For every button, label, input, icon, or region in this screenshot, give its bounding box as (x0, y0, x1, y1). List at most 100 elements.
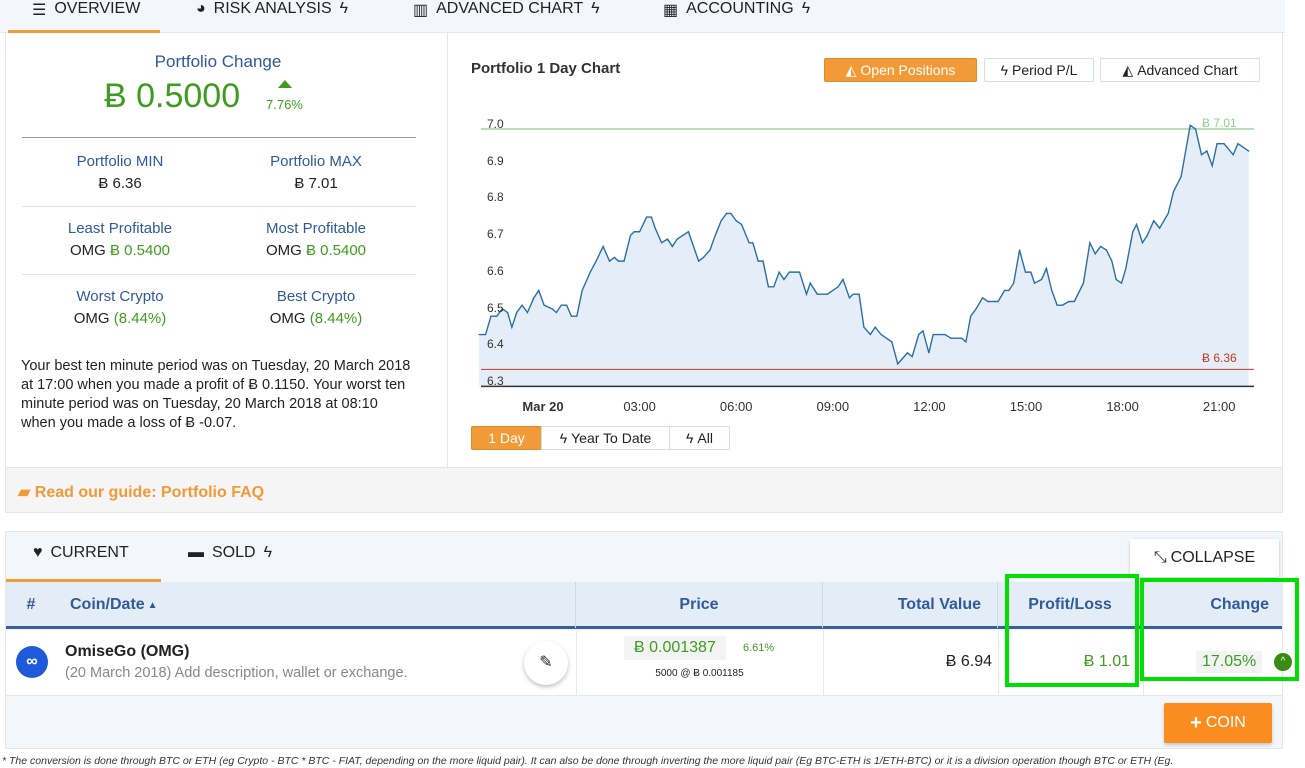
tab-sold[interactable]: ▬ SOLD ϟ (188, 544, 272, 577)
bolt-icon: ϟ (559, 430, 568, 446)
col-total-value: Total Value (823, 582, 998, 628)
add-coin-button[interactable]: + COIN (1164, 703, 1272, 743)
data-point (1111, 260, 1113, 262)
collapse-button[interactable]: ⤡ COLLAPSE (1130, 539, 1279, 577)
y-tick-label: 6.4 (487, 337, 504, 352)
data-point (1172, 190, 1175, 192)
compress-icon: ⤡ (1153, 549, 1167, 566)
data-point (880, 333, 882, 336)
data-point (809, 282, 811, 284)
x-tick-label: 18:00 (1106, 399, 1139, 414)
range-ytd-button[interactable]: ϟ Year To Date (541, 426, 670, 450)
data-point (1146, 234, 1148, 237)
data-point (720, 220, 722, 222)
data-point (730, 212, 732, 215)
data-point (778, 271, 780, 273)
data-point (1216, 143, 1218, 145)
data-point (816, 293, 818, 295)
data-point (874, 326, 876, 328)
data-point (1211, 165, 1213, 167)
data-point (1132, 231, 1134, 233)
data-point (478, 333, 480, 336)
data-point (1068, 300, 1070, 303)
chart-area-fill (479, 125, 1249, 386)
data-point (661, 242, 663, 244)
edit-icon: ✎ (539, 654, 553, 671)
data-point (869, 333, 871, 336)
data-point (1189, 124, 1191, 126)
data-point (1194, 128, 1197, 130)
data-point (1082, 282, 1085, 284)
data-point (516, 311, 518, 314)
data-point (975, 308, 977, 310)
data-point (752, 242, 754, 244)
data-point (671, 245, 673, 248)
data-point (506, 311, 509, 314)
data-point (762, 260, 764, 262)
data-point (560, 304, 562, 306)
data-point (521, 304, 523, 306)
data-point (897, 363, 899, 365)
y-tick-label: 7.0 (487, 117, 504, 131)
data-point (932, 333, 934, 336)
data-point (1105, 249, 1108, 251)
highlight-change (1140, 578, 1299, 681)
total-value: Ƀ 6.94 (945, 653, 992, 670)
data-point (735, 220, 737, 222)
data-point (566, 304, 568, 306)
data-point (950, 337, 952, 339)
data-point (551, 308, 553, 310)
data-point (1099, 245, 1102, 248)
x-tick-label: 06:00 (719, 399, 753, 414)
edit-button[interactable]: ✎ (524, 641, 568, 685)
data-point (1024, 271, 1027, 273)
data-point (798, 271, 801, 273)
data-point (1045, 267, 1047, 270)
data-point (1153, 220, 1155, 222)
data-point (891, 341, 893, 343)
portfolio-faq-link[interactable]: ▰ Read our guide: Portfolio FAQ (6, 467, 1282, 512)
y-tick-label: 6.3 (487, 373, 504, 388)
data-point (1125, 267, 1127, 270)
data-point (1056, 304, 1058, 306)
data-point (928, 352, 930, 354)
data-point (981, 297, 984, 299)
data-point (1008, 289, 1010, 292)
omisego-logo-icon: ∞ (16, 646, 48, 678)
y-tick-label: 6.8 (487, 190, 504, 205)
data-point (511, 326, 513, 328)
price-change-pct: 6.61% (743, 642, 775, 654)
data-point (961, 337, 963, 339)
data-point (944, 333, 946, 336)
data-point (623, 260, 625, 262)
data-point (922, 330, 924, 332)
data-point (1061, 304, 1064, 306)
footnote: * The conversion is done through BTC or … (2, 755, 1174, 767)
x-tick-label: 15:00 (1009, 399, 1043, 414)
data-point (698, 260, 700, 262)
col-coin-date[interactable]: Coin/Date ▲ (70, 582, 576, 628)
data-point (538, 289, 540, 292)
data-point (633, 231, 635, 233)
coin-description[interactable]: Add description, wallet or exchange. (175, 665, 408, 681)
x-tick-label: 09:00 (816, 399, 850, 414)
y-tick-label: 6.9 (487, 153, 504, 168)
data-point (654, 227, 656, 229)
data-point (714, 234, 716, 237)
data-point (918, 333, 920, 336)
tab-current[interactable]: ♥ CURRENT (6, 544, 161, 582)
data-point (613, 256, 615, 259)
data-point (1200, 154, 1203, 156)
data-point (848, 297, 851, 299)
range-all-button[interactable]: ϟ All (669, 426, 730, 450)
coin-date: (20 March 2018) (65, 665, 172, 681)
range-1-day-button[interactable]: 1 Day (471, 426, 542, 450)
data-point (589, 271, 591, 273)
portfolio-chart (478, 124, 1254, 388)
coin-name: OmiseGo (OMG) (65, 643, 190, 660)
data-point (1089, 242, 1091, 244)
data-point (650, 216, 653, 218)
data-point (629, 234, 632, 237)
bolt-icon: ϟ (263, 544, 273, 561)
data-point (1033, 282, 1036, 284)
